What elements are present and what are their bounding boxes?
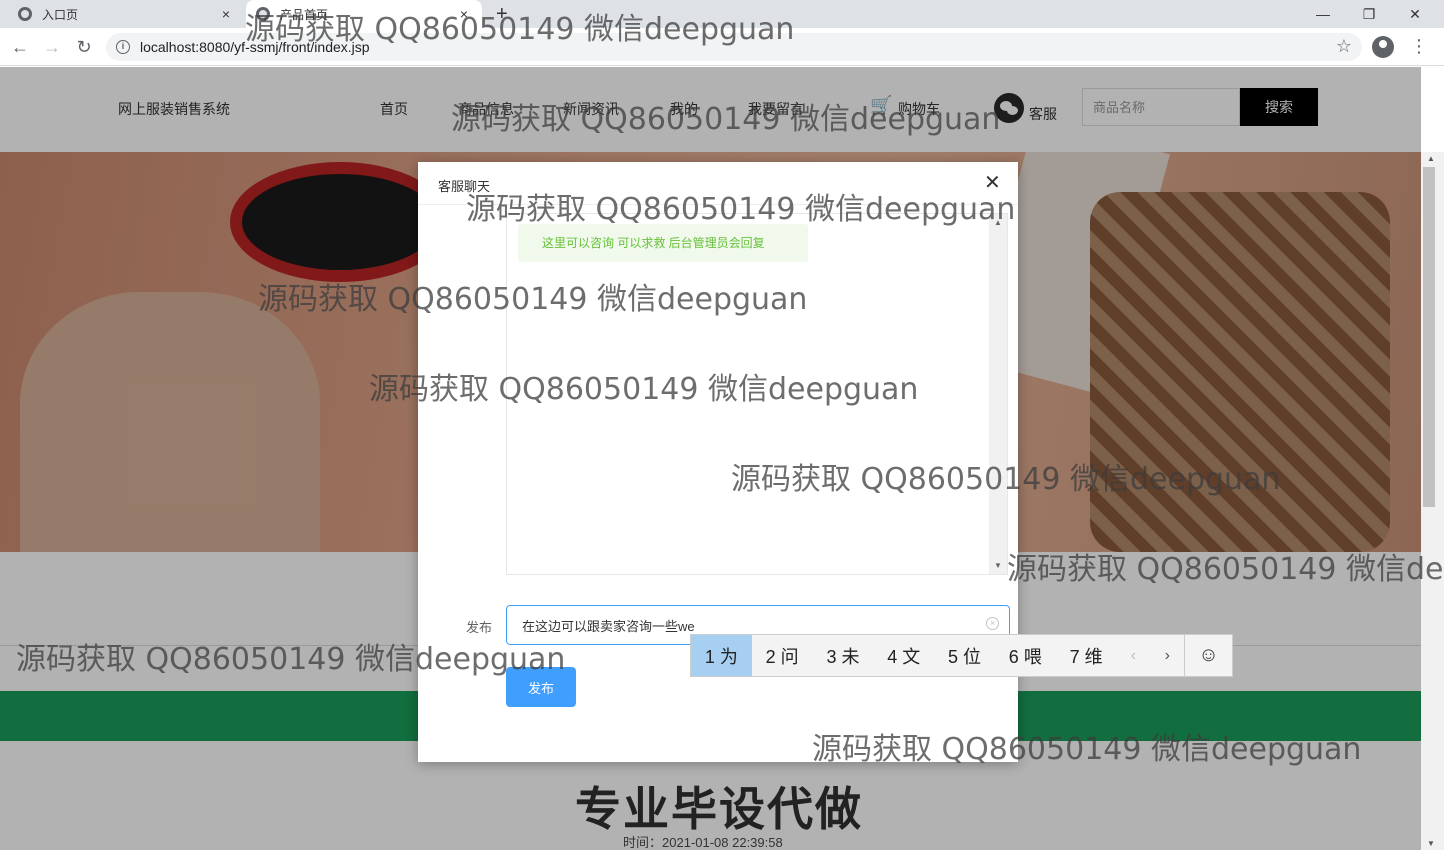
new-tab-button[interactable]: +: [496, 3, 508, 26]
chat-notice-message: 这里可以咨询 可以求救 后台管理员会回复: [518, 224, 808, 262]
info-icon[interactable]: i: [116, 40, 130, 54]
chat-scrollbar[interactable]: ▲ ▼: [989, 214, 1007, 574]
globe-icon: [18, 7, 32, 21]
forward-arrow-icon[interactable]: →: [40, 36, 64, 58]
ime-candidate[interactable]: 7 维: [1056, 635, 1117, 676]
ime-candidate-bar: 1 为 2 问 3 未 4 文 5 位 6 喂 7 维 ‹ › ☺: [690, 634, 1233, 677]
scroll-up-arrow-icon[interactable]: ▲: [1427, 154, 1435, 163]
emoji-icon[interactable]: ☺: [1184, 635, 1232, 676]
browser-tab-product-home[interactable]: 产品首页 ×: [246, 0, 482, 28]
scroll-up-arrow-icon[interactable]: ▲: [994, 218, 1002, 227]
globe-icon: [256, 7, 270, 21]
article-title: 专业毕设代做: [575, 783, 863, 835]
publish-button[interactable]: 发布: [506, 667, 576, 707]
publish-field-label: 发布: [466, 620, 493, 635]
dialog-divider: [418, 204, 1018, 205]
dialog-title: 客服聊天: [438, 179, 491, 194]
restore-button[interactable]: ❐: [1346, 0, 1392, 28]
ime-candidate[interactable]: 5 位: [934, 635, 995, 676]
close-icon[interactable]: ×: [456, 6, 472, 22]
ime-prev-page-icon[interactable]: ‹: [1116, 647, 1150, 665]
profile-avatar-icon[interactable]: [1372, 36, 1394, 58]
scroll-down-arrow-icon[interactable]: ▼: [1427, 839, 1435, 848]
browser-toolbar: ← → ↻ i localhost:8080/yf-ssmj/front/ind…: [0, 28, 1444, 66]
back-arrow-icon[interactable]: ←: [8, 36, 32, 58]
scroll-down-arrow-icon[interactable]: ▼: [994, 561, 1002, 570]
ime-candidate[interactable]: 3 未: [813, 635, 874, 676]
reload-icon[interactable]: ↻: [72, 36, 96, 58]
menu-kebab-icon[interactable]: ⋮: [1410, 36, 1428, 57]
ime-candidate[interactable]: 4 文: [873, 635, 934, 676]
tab-title: 入口页: [42, 7, 79, 22]
minimize-button[interactable]: —: [1300, 0, 1346, 28]
browser-tab-entry[interactable]: 入口页 ×: [8, 0, 244, 28]
page-scrollbar[interactable]: ▲ ▼: [1421, 152, 1444, 850]
ime-candidate[interactable]: 1 为: [691, 635, 752, 676]
bookmark-star-icon[interactable]: ☆: [1336, 36, 1352, 57]
scrollbar-thumb[interactable]: [1423, 167, 1435, 507]
tab-title: 产品首页: [280, 7, 329, 22]
dialog-close-icon[interactable]: ✕: [984, 170, 1001, 195]
window-close-button[interactable]: ✕: [1392, 0, 1438, 28]
ime-candidate[interactable]: 2 问: [752, 635, 813, 676]
ime-next-page-icon[interactable]: ›: [1150, 647, 1184, 665]
address-bar[interactable]: i localhost:8080/yf-ssmj/front/index.jsp…: [106, 33, 1362, 61]
browser-tab-bar: 入口页 × 产品首页 × + — ❐ ✕: [0, 0, 1444, 28]
url-text[interactable]: localhost:8080/yf-ssmj/front/index.jsp: [140, 39, 370, 55]
chat-history[interactable]: 这里可以咨询 可以求救 后台管理员会回复 ▲ ▼: [506, 213, 1008, 575]
ime-candidate[interactable]: 6 喂: [995, 635, 1056, 676]
article-time: 时间：2021-01-08 22:39:58: [623, 835, 783, 850]
close-icon[interactable]: ×: [218, 6, 234, 22]
clear-input-icon[interactable]: ×: [986, 617, 999, 630]
